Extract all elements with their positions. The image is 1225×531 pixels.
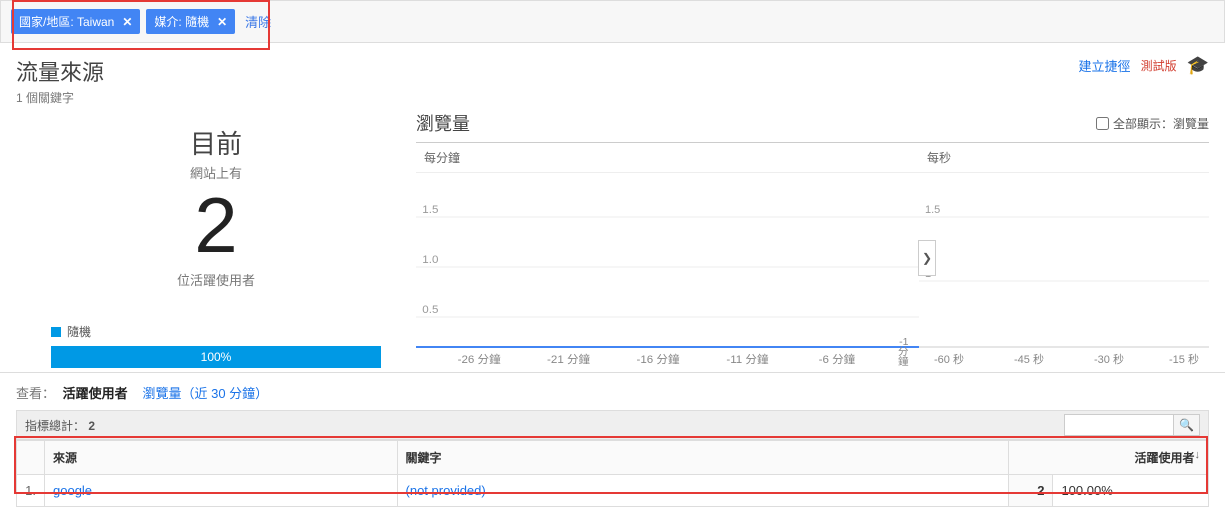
svg-text:-45 秒: -45 秒 [1014,352,1044,366]
chart-per-minute: 每分鐘 1.5 1.0 0.5 -26 分鐘 -21 分鐘 -16 分鐘 -11… [416,142,919,372]
search-input[interactable] [1064,414,1174,436]
traffic-share-bar: 100% [51,346,381,368]
svg-text:-6 分鐘: -6 分鐘 [819,352,856,366]
metric-total-value: 2 [88,419,95,433]
show-all-toggle[interactable]: 全部顯示：瀏覽量 [1096,115,1209,132]
show-all-checkbox[interactable] [1096,117,1109,130]
metric-total-bar: 指標總計： 2 🔍 [16,410,1209,440]
beta-badge: 測試版 [1141,57,1177,74]
active-user-count: 2 [194,186,237,264]
search-icon: 🔍 [1179,418,1194,432]
pageviews-title: 瀏覽量 [416,110,470,136]
svg-text:-26 分鐘: -26 分鐘 [458,352,501,366]
active-users-label: 位活躍使用者 [177,270,255,289]
view-toggle-row: 查看： 活躍使用者 瀏覽量（近 30 分鐘） [0,372,1225,402]
svg-text:-15 秒: -15 秒 [1169,352,1199,366]
filter-chip-country[interactable]: 國家/地區: Taiwan ✕ [11,9,140,34]
table-row[interactable]: 1. google (not provided) 2 100.00% [17,475,1209,507]
svg-text:-30 秒: -30 秒 [1094,352,1124,366]
now-label: 目前 [190,124,242,161]
show-all-label: 全部顯示：瀏覽量 [1113,115,1209,132]
keyword-link[interactable]: (not provided) [406,483,486,498]
svg-text:0.5: 0.5 [422,304,438,316]
col-active-users[interactable]: 活躍使用者 ↓ [1009,441,1209,475]
page-title: 流量來源 [16,55,104,87]
page-header: 流量來源 1 個關鍵字 建立捷徑 測試版 🎓 [0,43,1225,110]
svg-text:1.5: 1.5 [422,204,438,216]
view-label: 查看： [16,386,55,401]
svg-text:1.0: 1.0 [422,254,438,266]
chart-per-minute-title: 每分鐘 [416,143,919,173]
education-icon[interactable]: 🎓 [1187,55,1209,76]
row-index: 1. [17,475,45,507]
source-link[interactable]: google [53,483,92,498]
col-source[interactable]: 來源 [45,441,398,475]
search-button[interactable]: 🔍 [1174,414,1200,436]
metric-total-label: 指標總計： [25,419,85,433]
svg-text:-11 分鐘: -11 分鐘 [726,352,768,366]
chart-per-second-title: 每秒 [919,143,1209,173]
col-index [17,441,45,475]
traffic-table: 來源 關鍵字 活躍使用者 ↓ 1. google (not provided) … [16,440,1209,507]
page-subtitle: 1 個關鍵字 [16,89,104,106]
chart-per-minute-svg: 1.5 1.0 0.5 -26 分鐘 -21 分鐘 -16 分鐘 -11 分鐘 … [416,173,919,368]
svg-text:分: 分 [898,346,909,358]
filter-chip-medium[interactable]: 媒介: 隨機 ✕ [146,9,235,34]
close-icon[interactable]: ✕ [122,15,132,29]
chart-per-second-svg: 1.5 1 -60 秒 -45 秒 -30 秒 -15 秒 [919,173,1209,368]
chevron-right-icon: ❯ [922,251,932,265]
svg-text:1.5: 1.5 [925,204,940,216]
view-pageviews-link[interactable]: 瀏覽量（近 30 分鐘） [143,386,269,401]
legend-organic: 隨機 [51,323,381,340]
view-active-users[interactable]: 活躍使用者 [63,386,128,401]
row-users: 2 [1009,475,1053,507]
chart-per-second: ❯ 每秒 1.5 1 -60 秒 -45 秒 -30 秒 -15 秒 [919,142,1209,372]
realtime-summary: 目前 網站上有 2 位活躍使用者 隨機 100% [16,110,416,372]
filter-bar: 國家/地區: Taiwan ✕ 媒介: 隨機 ✕ 清除 [0,0,1225,43]
legend-color-swatch [51,327,61,337]
legend-label: 隨機 [67,323,91,340]
clear-filters-link[interactable]: 清除 [245,12,271,31]
site-has-label: 網站上有 [190,163,242,182]
create-shortcut-link[interactable]: 建立捷徑 [1079,56,1131,75]
filter-chip-label: 國家/地區: Taiwan [19,13,114,30]
col-active-users-label: 活躍使用者 [1134,451,1194,465]
traffic-share-percent: 100% [51,346,381,368]
chart-expand-button[interactable]: ❯ [918,240,936,276]
svg-text:-60 秒: -60 秒 [934,352,964,366]
col-keyword[interactable]: 關鍵字 [397,441,1008,475]
sort-descending-icon: ↓ [1195,449,1201,461]
row-percent: 100.00% [1053,475,1209,507]
svg-text:鐘: 鐘 [898,355,909,368]
filter-chip-label: 媒介: 隨機 [154,13,209,30]
svg-text:-21 分鐘: -21 分鐘 [547,352,590,366]
svg-text:-16 分鐘: -16 分鐘 [636,352,679,366]
close-icon[interactable]: ✕ [217,15,227,29]
